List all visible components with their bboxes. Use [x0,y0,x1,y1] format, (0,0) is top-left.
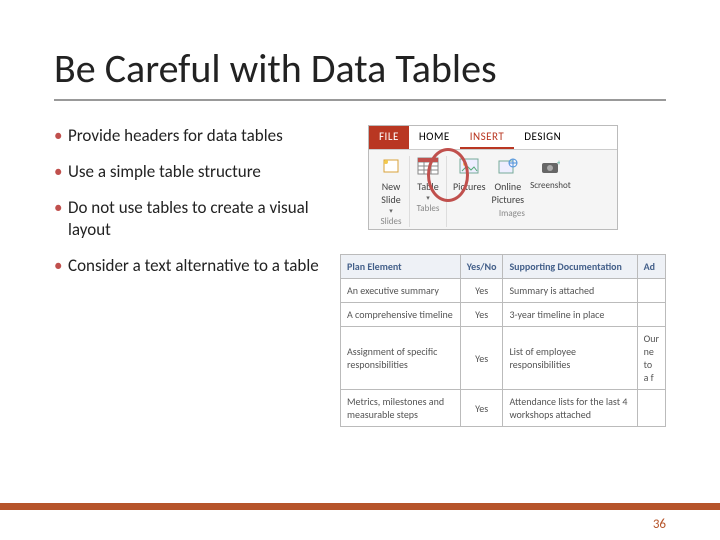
ribbon-group-images: Images [499,208,525,219]
bullet-item: Use a simple table structure [54,161,350,183]
ribbon-tab-file: FILE [369,126,409,149]
online-pictures-icon [496,156,520,178]
footer-accent-bar [0,503,720,510]
bullet-list: Provide headers for data tables Use a si… [54,125,350,427]
table-button: Table ▾ [416,156,440,201]
slide-title: Be Careful with Data Tables [54,44,666,101]
screenshot-button: + Screenshot [530,156,571,206]
table-icon [416,156,440,178]
pictures-icon [457,156,481,178]
ribbon-group-tables: Tables [417,203,440,214]
new-slide-icon [379,156,403,178]
table-header: Supporting Documentation [503,255,637,279]
ribbon-screenshot: FILE HOME INSERT DESIGN New Slide [368,125,618,230]
bullet-item: Provide headers for data tables [54,125,350,147]
bullet-item: Consider a text alternative to a table [54,255,350,277]
svg-text:+: + [557,159,560,168]
chevron-down-icon: ▾ [389,208,393,214]
screenshot-icon: + [538,156,562,178]
table-header: Plan Element [341,255,461,279]
sample-data-table: Plan Element Yes/No Supporting Documenta… [340,254,666,427]
page-number: 36 [653,517,666,532]
pictures-button: Pictures [453,156,486,206]
new-slide-button: New Slide ▾ [379,156,403,214]
ribbon-group-slides: Slides [381,216,402,227]
chevron-down-icon: ▾ [426,195,430,201]
table-row: A comprehensive timeline Yes 3-year time… [341,303,666,327]
bullet-item: Do not use tables to create a visual lay… [54,197,350,241]
table-header: Yes/No [460,255,503,279]
ribbon-tab-insert: INSERT [460,126,515,149]
table-header: Ad [637,255,665,279]
table-row: An executive summary Yes Summary is atta… [341,279,666,303]
online-pictures-button: Online Pictures [492,156,525,206]
table-row: Assignment of specific responsibilities … [341,327,666,390]
table-row: Metrics, milestones and measurable steps… [341,390,666,427]
ribbon-tab-design: DESIGN [514,126,571,149]
ribbon-tab-home: HOME [409,126,460,149]
